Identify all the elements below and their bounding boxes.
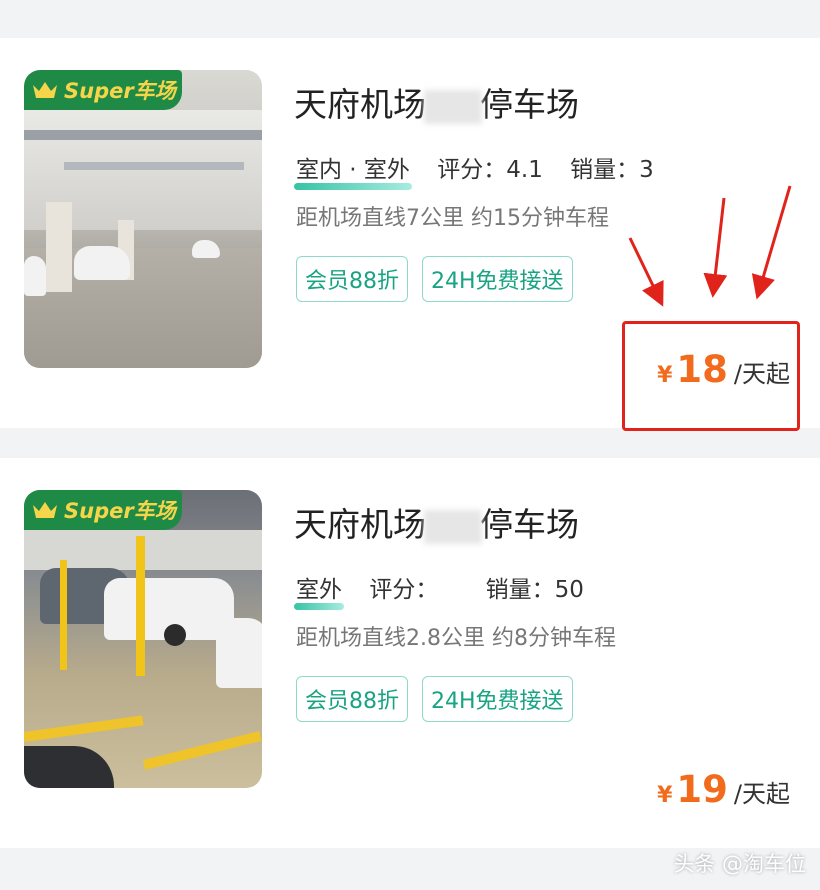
rating-label: 评分： xyxy=(437,157,507,183)
super-badge: Super车场 xyxy=(24,490,182,530)
red-arrow-icon xyxy=(628,237,664,307)
photo-car xyxy=(216,618,262,688)
crown-icon xyxy=(33,502,57,518)
price-highlight-box xyxy=(622,321,800,431)
photo-duct xyxy=(64,162,244,170)
photo-post xyxy=(136,536,145,676)
parking-lot-photo: Super车场 xyxy=(24,490,262,788)
price-currency: ¥ xyxy=(657,783,673,808)
tag-shuttle: 24H免费接送 xyxy=(422,676,573,722)
title-text: 停车场 xyxy=(480,85,579,124)
distance-info: 距机场直线2.8公里 约8分钟车程 xyxy=(296,626,616,651)
redacted-text xyxy=(424,509,482,544)
price-unit: /天起 xyxy=(733,780,790,808)
parking-lot-photo: Super车场 xyxy=(24,70,262,368)
listing-title[interactable]: 天府机场 停车场 xyxy=(294,498,579,546)
red-arrow-icon xyxy=(703,197,728,298)
red-arrow-icon xyxy=(751,185,792,300)
red-arrows-annotation xyxy=(628,185,792,307)
listing-title[interactable]: 天府机场 停车场 xyxy=(294,78,579,126)
parking-listing-card[interactable]: Super车场 天府机场 停车场 室外 评分： 销量：50 距机场直线2.8公里 … xyxy=(0,458,820,848)
photo-line xyxy=(142,731,262,770)
title-text: 天府机场 xyxy=(294,505,426,544)
tag-member-discount: 会员88折 xyxy=(296,256,408,302)
price: ¥ 19 /天起 xyxy=(657,768,790,811)
distance-info: 距机场直线7公里 约15分钟车程 xyxy=(296,206,609,231)
location-type: 室外 xyxy=(294,570,344,610)
watermark: 头条 @淘车位 xyxy=(673,852,806,876)
photo-dark-car xyxy=(24,746,114,788)
tag-list: 会员88折 24H免费接送 xyxy=(296,256,573,302)
tag-shuttle: 24H免费接送 xyxy=(422,256,573,302)
photo-car xyxy=(74,246,130,280)
photo-wheel xyxy=(164,624,186,646)
photo-line xyxy=(24,715,144,742)
super-badge: Super车场 xyxy=(24,70,182,110)
badge-label: Super车场 xyxy=(64,79,176,103)
rating-label: 评分： xyxy=(369,577,439,603)
crown-icon xyxy=(33,82,57,98)
badge-label: Super车场 xyxy=(64,499,176,523)
title-text: 停车场 xyxy=(480,505,579,544)
price-value: 19 xyxy=(676,768,728,811)
photo-car xyxy=(192,240,220,258)
photo-duct xyxy=(24,130,262,140)
sales-value: 50 xyxy=(554,577,584,603)
location-type: 室内 · 室外 xyxy=(294,150,412,190)
photo-post xyxy=(60,560,67,670)
tag-member-discount: 会员88折 xyxy=(296,676,408,722)
listing-meta: 室外 评分： 销量：50 xyxy=(294,570,584,610)
tag-list: 会员88折 24H免费接送 xyxy=(296,676,573,722)
sales-label: 销量： xyxy=(485,577,555,603)
redacted-text xyxy=(424,89,482,124)
rating-value: 4.1 xyxy=(506,157,543,183)
title-text: 天府机场 xyxy=(294,85,426,124)
photo-pillar xyxy=(46,202,72,292)
photo-car xyxy=(24,256,46,296)
